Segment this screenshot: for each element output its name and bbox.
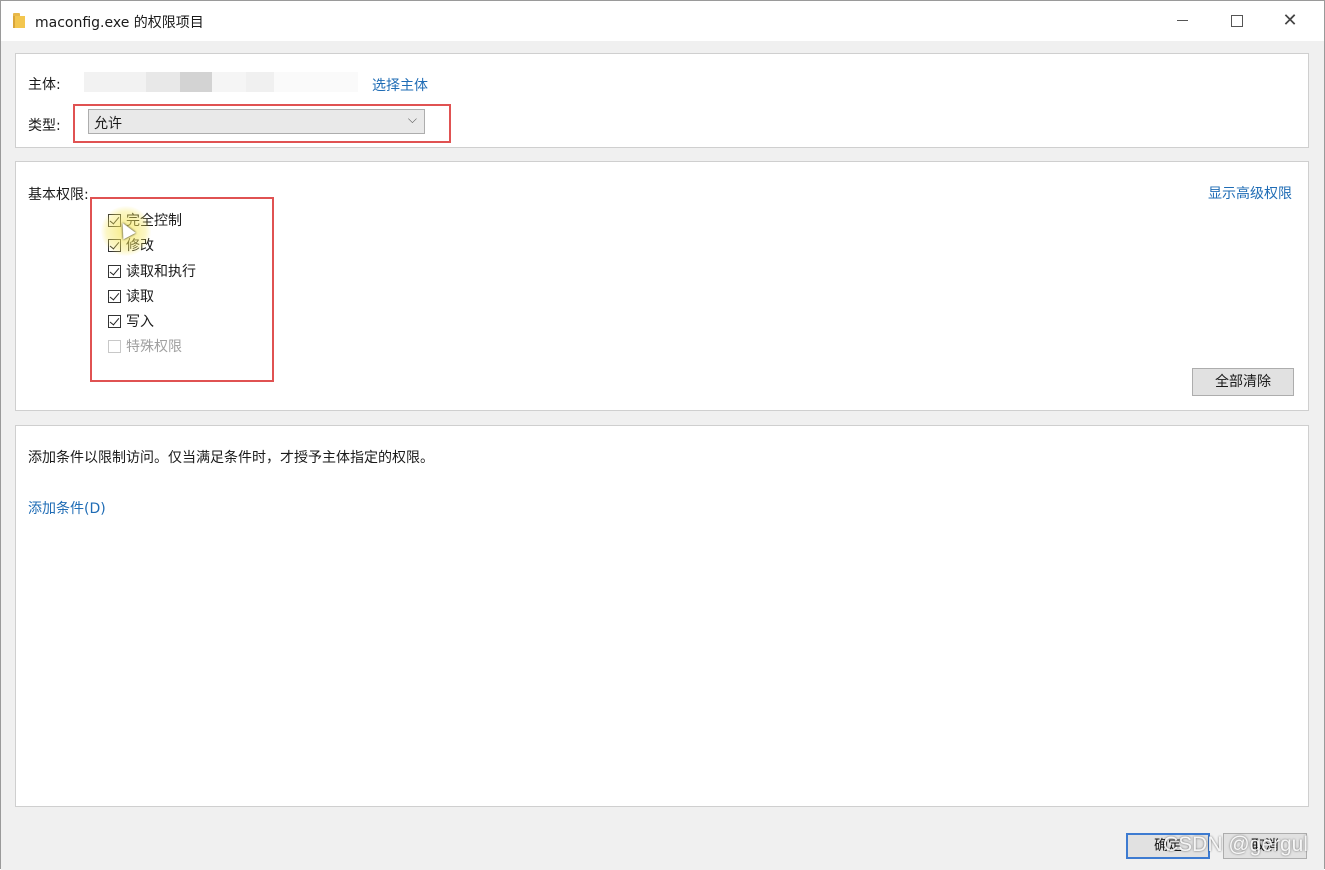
window-title: maconfig.exe 的权限项目 [35,15,204,31]
minimize-icon [1177,20,1188,21]
type-label: 类型: [28,118,61,134]
dialog-footer: 确定 取消 CSDN @gergul [1,819,1324,870]
principal-type-panel: 主体: 选择主体 类型: 允许 ⌵ [15,53,1309,148]
principal-value-redacted [84,72,358,92]
select-principal-link[interactable]: 选择主体 [372,75,428,95]
close-icon: ✕ [1282,10,1298,31]
clear-all-button[interactable]: 全部清除 [1192,368,1294,396]
maximize-icon [1231,15,1243,27]
basic-permissions-panel: 基本权限: 显示高级权限 完全控制 修改 读取和执行 读取 写入 特殊权限 全部… [15,161,1309,411]
ok-button[interactable]: 确定 [1126,833,1210,859]
type-highlight-box [73,104,451,143]
cancel-button[interactable]: 取消 [1223,833,1307,859]
close-button[interactable]: ✕ [1263,1,1317,41]
principal-label: 主体: [28,77,61,93]
conditions-panel: 添加条件以限制访问。仅当满足条件时，才授予主体指定的权限。 添加条件(D) [15,425,1309,807]
add-condition-link[interactable]: 添加条件(D) [28,498,106,518]
basic-permissions-label: 基本权限: [28,187,89,203]
show-advanced-permissions-link[interactable]: 显示高级权限 [1208,183,1292,203]
folder-icon [13,13,27,28]
minimize-button[interactable] [1155,1,1209,41]
maximize-button[interactable] [1209,1,1263,41]
permission-entry-dialog: maconfig.exe 的权限项目 ✕ 主体: 选择主体 类型: 允许 ⌵ 基… [0,0,1325,870]
permissions-highlight-box [90,197,274,382]
title-bar: maconfig.exe 的权限项目 ✕ [1,1,1324,41]
conditions-description: 添加条件以限制访问。仅当满足条件时，才授予主体指定的权限。 [28,450,434,466]
